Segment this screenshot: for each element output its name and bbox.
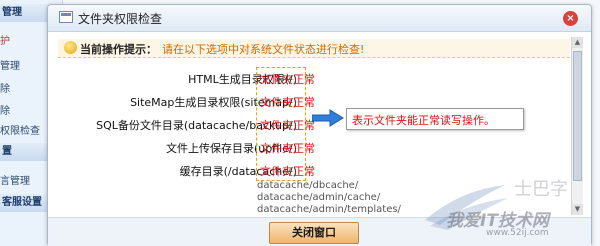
- sidebar-item[interactable]: 言管理: [0, 172, 30, 187]
- sidebar-item[interactable]: 管理: [0, 57, 20, 72]
- sidebar-item[interactable]: 权限检查: [0, 122, 40, 137]
- window-icon: [59, 11, 73, 23]
- status-text: 文件夹正常: [260, 165, 315, 178]
- notice-label: 当前操作提示：: [80, 43, 157, 56]
- cache-path: datacache/dbcache/: [257, 180, 359, 191]
- folder-permission-dialog: 文件夹权限检查 × 当前操作提示： 请在以下选项中对系统文件状态进行检查! HT…: [47, 4, 592, 246]
- notice-text: 请在以下选项中对系统文件状态进行检查!: [162, 43, 365, 56]
- status-text: 文件夹正常: [260, 96, 315, 109]
- status-text: 文件夹正常: [260, 73, 315, 86]
- scrollbar-thumb[interactable]: [573, 51, 582, 181]
- notice-bar: 当前操作提示： 请在以下选项中对系统文件状态进行检查!: [58, 39, 570, 58]
- status-text: 文件夹正常: [260, 119, 315, 132]
- dialog-footer: 关闭窗口: [48, 217, 591, 246]
- scroll-down-icon[interactable]: ▼: [572, 204, 583, 215]
- close-window-button[interactable]: 关闭窗口: [269, 222, 359, 244]
- dialog-title: 文件夹权限检查: [78, 12, 163, 26]
- tip-text: 表示文件夹能正常读写操作。: [352, 114, 495, 127]
- lightbulb-icon: [64, 41, 77, 54]
- scroll-up-icon[interactable]: ▲: [572, 37, 583, 48]
- arrow-right-icon: [312, 109, 344, 127]
- sidebar-item[interactable]: 除: [0, 102, 10, 117]
- status-text: 文件夹正常: [260, 142, 315, 155]
- cache-path: datacache/admin/templates/: [257, 204, 401, 215]
- cache-path: datacache/admin/cache/: [257, 192, 381, 203]
- sidebar-item[interactable]: 除: [0, 80, 10, 95]
- tip-callout: 表示文件夹能正常读写操作。: [346, 108, 524, 130]
- sidebar-item[interactable]: 护: [0, 32, 10, 47]
- dialog-titlebar[interactable]: 文件夹权限检查 ×: [48, 5, 591, 32]
- close-icon[interactable]: ×: [563, 11, 578, 26]
- vertical-scrollbar[interactable]: ▲ ▼: [571, 37, 583, 215]
